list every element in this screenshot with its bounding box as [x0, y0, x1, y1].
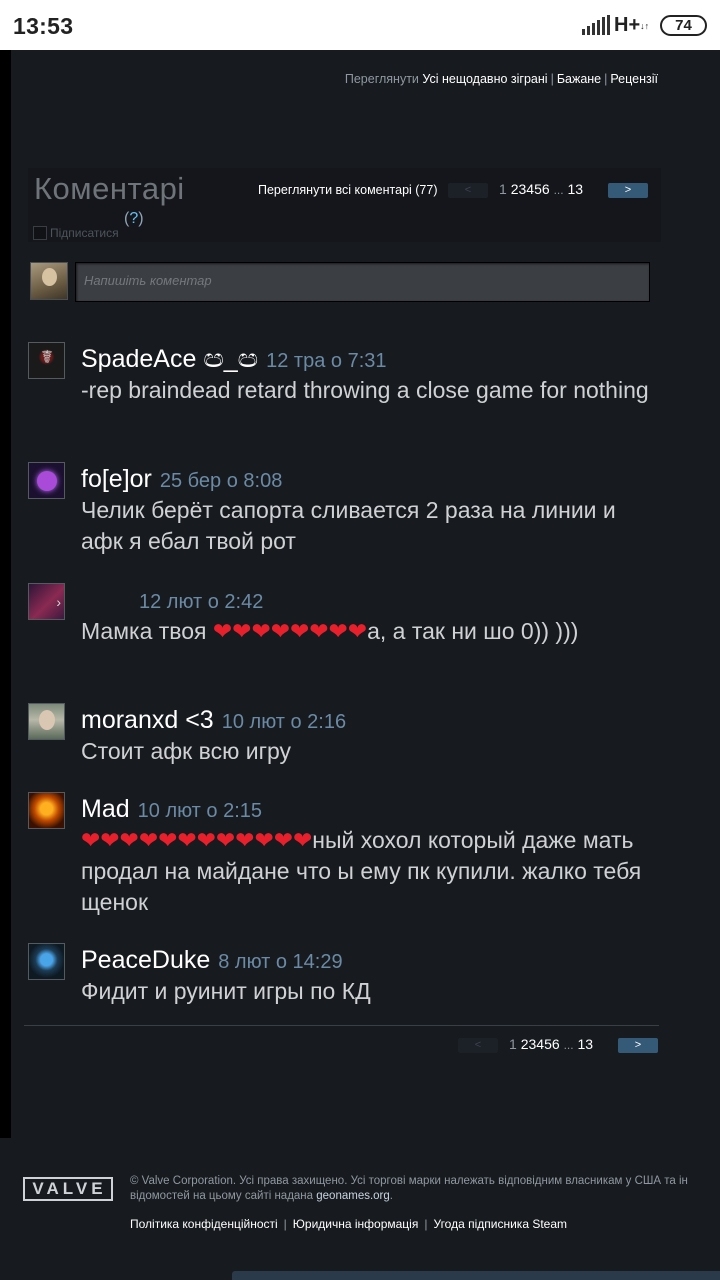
page-link[interactable]: 4 — [536, 1036, 544, 1052]
comment-text: Стоит афк всю игру — [81, 738, 291, 764]
pagination-prev-button-bottom[interactable]: < — [458, 1038, 498, 1053]
avatar[interactable]: › — [28, 583, 65, 620]
my-avatar[interactable] — [30, 262, 68, 300]
link-recently-played[interactable]: Усі нещодавно зіграні — [422, 72, 547, 86]
legal-info-link[interactable]: Юридична інформація — [293, 1217, 419, 1231]
divider — [24, 1025, 659, 1026]
pagination-prev-button-top[interactable]: < — [448, 183, 488, 198]
link-reviews[interactable]: Рецензії — [610, 72, 658, 86]
browse-prefix: Переглянути — [344, 72, 419, 86]
pagination-next-button-top[interactable]: > — [608, 183, 648, 198]
help-link[interactable]: (?) — [124, 210, 144, 228]
browse-links: Переглянути Усі нещодавно зіграні | Бажане… — [344, 72, 658, 86]
subscribe-checkbox[interactable] — [33, 226, 47, 240]
footer-links: Політика конфіденційності | Юридична інфор… — [130, 1217, 568, 1231]
comment-date: 8 лют о 14:29 — [218, 951, 343, 973]
avatar[interactable] — [28, 703, 65, 740]
page-link[interactable]: 1 — [499, 181, 507, 197]
page: Переглянути Усі нещодавно зіграні | Бажане… — [0, 50, 720, 1138]
comments-title: Коментарі — [34, 171, 185, 206]
status-bar: 13:53 H+↓↑ 74 — [0, 0, 720, 50]
comment-text: Челик берёт сапорта сливается 2 раза на … — [81, 497, 616, 554]
comment-input-box[interactable] — [75, 262, 650, 302]
comment-text: ❤❤❤❤❤❤❤❤❤❤❤❤ный хохол который даже мать … — [81, 827, 642, 915]
steam-logo-icon — [37, 471, 57, 491]
page-link-last[interactable]: 13 — [577, 1036, 593, 1052]
comments-panel: Переглянути Усі нещодавно зіграні | Бажане… — [11, 50, 720, 1138]
status-time: 13:53 — [13, 13, 74, 39]
comment-author[interactable]: fo[e]or — [81, 465, 152, 493]
footer: VALVE © Valve Corporation. Усі права зах… — [0, 1138, 720, 1280]
page-link[interactable]: 6 — [552, 1036, 560, 1052]
comment-author[interactable]: SpadeAce ඏ_ඏ — [81, 345, 258, 373]
page-link[interactable]: 1 — [509, 1036, 517, 1052]
network-type: H+↓↑ — [614, 14, 650, 36]
pagination-pages-top: 1 23456 ... 13 — [499, 181, 584, 197]
pagination-next-button-bottom[interactable]: > — [618, 1038, 658, 1053]
link-wishlist[interactable]: Бажане — [557, 72, 601, 86]
page-link-last[interactable]: 13 — [567, 181, 583, 197]
comment-text: Мамка твоя ❤❤❤❤❤❤❤❤а, а так ни шо 0)) ))… — [81, 618, 579, 644]
privacy-policy-link[interactable]: Політика конфіденційності — [130, 1217, 278, 1231]
subscribe-label[interactable]: Підписатися — [50, 226, 119, 240]
comment-date: 10 лют о 2:16 — [221, 711, 347, 733]
comment-text: -rep braindead retard throwing a close g… — [81, 377, 649, 403]
comment-author[interactable]: moranxd <3 — [81, 706, 214, 734]
bottom-bar — [232, 1271, 720, 1280]
comment-date: 25 бер о 8:08 — [159, 470, 283, 492]
geonames-link[interactable]: geonames.org — [316, 1190, 390, 1202]
comment-input[interactable] — [76, 263, 649, 301]
pagination-pages-bottom: 1 23456 ... 13 — [509, 1036, 594, 1052]
heart-emoji-icon: ❤❤❤❤❤❤❤❤ — [212, 618, 368, 644]
copyright-text: © Valve Corporation. Усі права захищено.… — [130, 1175, 688, 1202]
signal-icon — [582, 15, 610, 35]
page-link[interactable]: 6 — [542, 181, 550, 197]
battery-icon: 74 — [660, 15, 707, 36]
comment-date: 12 лют о 2:42 — [139, 591, 264, 613]
comment-author[interactable]: Mad — [81, 795, 130, 823]
avatar[interactable] — [28, 462, 65, 499]
comment-date: 10 лют о 2:15 — [137, 800, 262, 822]
comment-text: Фидит и руинит игры по КД — [81, 978, 371, 1004]
subscriber-agreement-link[interactable]: Угода підписника Steam — [433, 1217, 567, 1231]
avatar[interactable]: ☤ — [28, 342, 65, 379]
avatar[interactable] — [28, 792, 65, 829]
chevron-right-icon: › — [56, 594, 61, 610]
comment-author[interactable]: PeaceDuke — [81, 946, 210, 974]
heart-emoji-icon: ❤❤❤❤❤❤❤❤❤❤❤❤ — [81, 827, 313, 853]
avatar[interactable] — [28, 943, 65, 980]
page-link[interactable]: 5 — [534, 181, 542, 197]
view-all-comments-link[interactable]: Переглянути всі коментарі (77) — [258, 183, 438, 197]
valve-logo[interactable]: VALVE — [23, 1177, 113, 1201]
page-link[interactable]: 5 — [544, 1036, 552, 1052]
comment-date: 12 тра о 7:31 — [266, 350, 387, 372]
page-link[interactable]: 4 — [526, 181, 534, 197]
